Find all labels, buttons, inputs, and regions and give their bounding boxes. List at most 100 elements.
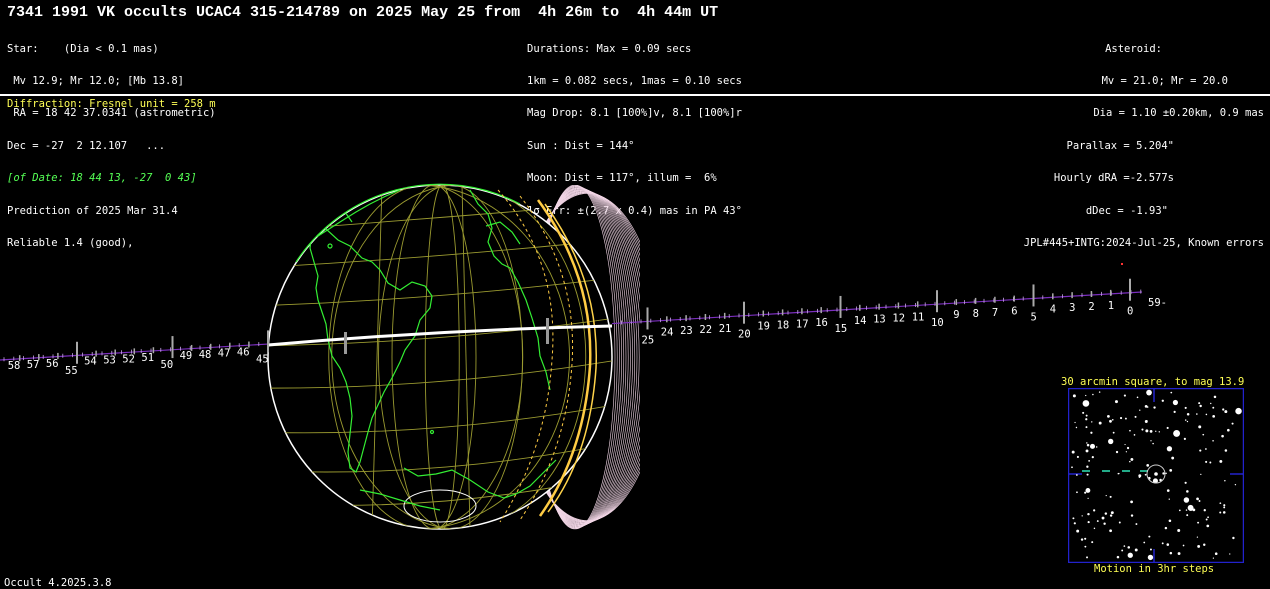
star: [1184, 481, 1187, 484]
star: [1076, 491, 1078, 494]
star: [1118, 521, 1121, 524]
star: [1149, 430, 1153, 433]
star: [1173, 429, 1181, 437]
star: [1205, 460, 1208, 463]
star: [1177, 529, 1181, 533]
star: [1221, 434, 1224, 438]
star: [1200, 473, 1202, 475]
star: [1073, 522, 1076, 525]
star: [1109, 419, 1112, 423]
star: [1168, 519, 1172, 523]
track-label: 15: [835, 323, 848, 335]
track-label: 51: [141, 352, 154, 364]
star: [1144, 405, 1148, 408]
star: [1153, 406, 1156, 409]
track-label: 56: [46, 358, 59, 370]
star: [1085, 488, 1091, 493]
track-label: 21: [719, 323, 732, 335]
star: [1212, 406, 1215, 409]
star: [1086, 473, 1089, 476]
star: [1144, 473, 1147, 476]
star: [1146, 464, 1150, 467]
star: [1084, 545, 1087, 548]
star: [1223, 504, 1226, 507]
starchart-caption: Motion in 3hr steps: [1094, 563, 1215, 575]
star: [1096, 520, 1099, 522]
star: [1219, 511, 1222, 514]
star: [1222, 408, 1225, 411]
star: [1130, 500, 1133, 504]
star: [1144, 420, 1148, 423]
track-label: 45: [256, 353, 269, 365]
track-label: 5: [1031, 311, 1037, 323]
track-label: 13: [873, 314, 886, 326]
track-label: 3: [1069, 302, 1075, 314]
star: [1084, 537, 1087, 540]
star: [1214, 552, 1218, 556]
star: [1129, 429, 1131, 432]
star: [1085, 449, 1089, 453]
star: [1184, 406, 1187, 409]
star: [1141, 428, 1144, 431]
star: [1150, 440, 1152, 442]
star: [1072, 517, 1075, 520]
star: [1115, 450, 1119, 454]
star: [1198, 425, 1202, 429]
star: [1127, 552, 1133, 558]
track-label: 14: [854, 315, 867, 327]
star: [1098, 421, 1102, 425]
star: [1119, 416, 1123, 420]
star: [1085, 418, 1088, 421]
star: [1093, 527, 1096, 530]
star: [1161, 399, 1164, 402]
star: [1205, 413, 1208, 416]
star: [1205, 448, 1207, 450]
track-label: 59-: [1148, 297, 1167, 309]
star: [1076, 529, 1080, 533]
star: [1111, 418, 1114, 421]
star: [1087, 512, 1090, 516]
star: [1091, 541, 1094, 544]
star: [1147, 554, 1154, 561]
track-label: 49: [180, 350, 193, 362]
star: [1138, 474, 1142, 478]
star: [1212, 557, 1214, 559]
star: [1085, 426, 1088, 429]
star: [1166, 426, 1169, 430]
star: [1136, 396, 1139, 399]
star: [1164, 526, 1168, 530]
star: [1224, 449, 1228, 452]
star: [1087, 497, 1089, 499]
star: [1125, 451, 1127, 453]
star: [1224, 410, 1228, 414]
star: [1092, 393, 1094, 396]
star: [1186, 413, 1190, 416]
star: [1162, 472, 1165, 475]
track-label: 47: [218, 348, 231, 360]
track-label: 52: [122, 353, 135, 365]
star: [1213, 395, 1217, 399]
track-label: 16: [815, 317, 828, 329]
track-label: 1: [1108, 300, 1114, 312]
star: [1080, 538, 1084, 541]
star: [1086, 443, 1090, 447]
path-marker: [344, 332, 347, 354]
star: [1192, 508, 1196, 512]
star: [1082, 400, 1090, 407]
star: [1222, 511, 1226, 514]
star: [1227, 428, 1230, 432]
star: [1210, 402, 1212, 405]
star: [1072, 394, 1076, 398]
star: [1087, 521, 1090, 524]
star: [1203, 543, 1206, 547]
star: [1172, 399, 1179, 406]
star: [1123, 545, 1126, 547]
star: [1146, 389, 1152, 396]
star: [1076, 455, 1079, 459]
star: [1224, 479, 1226, 482]
star: [1082, 411, 1085, 414]
star: [1183, 437, 1186, 440]
star: [1088, 460, 1091, 462]
track-label: 54: [84, 356, 97, 368]
star: [1075, 474, 1078, 476]
